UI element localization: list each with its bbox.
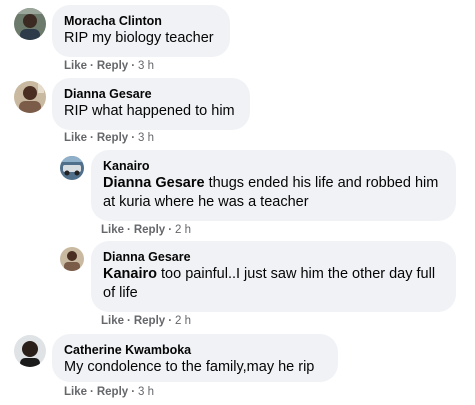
comment-text: Kanairo too painful..I just saw him the … xyxy=(103,265,444,303)
mention-link[interactable]: Dianna Gesare xyxy=(103,175,205,191)
comment-author[interactable]: Dianna Gesare xyxy=(64,86,238,102)
timestamp[interactable]: 3 h xyxy=(138,386,154,398)
comment-text: My condolence to the family,may he rip xyxy=(64,359,315,375)
avatar-dianna-gesare[interactable] xyxy=(14,81,46,113)
comment-author[interactable]: Catherine Kwamboka xyxy=(64,342,326,358)
like-button[interactable]: Like xyxy=(101,315,124,327)
avatar-moracha-clinton[interactable] xyxy=(14,8,46,40)
like-button[interactable]: Like xyxy=(64,60,87,72)
comment-actions: Like · Reply · 3 h xyxy=(64,132,155,144)
comment-author[interactable]: Moracha Clinton xyxy=(64,13,218,29)
timestamp[interactable]: 2 h xyxy=(175,315,191,327)
reply-button[interactable]: Reply xyxy=(97,386,128,398)
timestamp[interactable]: 3 h xyxy=(138,60,154,72)
comment-actions: Like · Reply · 3 h xyxy=(64,386,155,398)
avatar-catherine-kwamboka[interactable] xyxy=(14,335,46,367)
comment-text: RIP my biology teacher xyxy=(64,30,214,46)
comment-bubble: Kanairo Dianna Gesare thugs ended his li… xyxy=(91,150,456,221)
comment-actions: Like · Reply · 2 h xyxy=(101,315,192,327)
comment-bubble: Catherine Kwamboka My condolence to the … xyxy=(52,334,338,382)
comment-bubble: Dianna Gesare Kanairo too painful..I jus… xyxy=(91,241,456,312)
comment-author[interactable]: Dianna Gesare xyxy=(103,249,444,265)
reply-button[interactable]: Reply xyxy=(134,315,165,327)
avatar-dianna-gesare[interactable] xyxy=(60,247,84,271)
avatar-kanairo[interactable] xyxy=(60,156,84,180)
comment-text: RIP what happened to him xyxy=(64,103,235,119)
comment-actions: Like · Reply · 2 h xyxy=(101,224,192,236)
reply-button[interactable]: Reply xyxy=(97,60,128,72)
like-button[interactable]: Like xyxy=(64,132,87,144)
like-button[interactable]: Like xyxy=(64,386,87,398)
comment-actions: Like · Reply · 3 h xyxy=(64,60,155,72)
timestamp[interactable]: 3 h xyxy=(138,132,154,144)
comment-bubble: Moracha Clinton RIP my biology teacher xyxy=(52,5,230,57)
reply-button[interactable]: Reply xyxy=(134,224,165,236)
reply-button[interactable]: Reply xyxy=(97,132,128,144)
comment-author[interactable]: Kanairo xyxy=(103,158,444,174)
comment-bubble: Dianna Gesare RIP what happened to him xyxy=(52,78,250,130)
mention-link[interactable]: Kanairo xyxy=(103,266,157,282)
like-button[interactable]: Like xyxy=(101,224,124,236)
comment-text: Dianna Gesare thugs ended his life and r… xyxy=(103,174,444,212)
timestamp[interactable]: 2 h xyxy=(175,224,191,236)
